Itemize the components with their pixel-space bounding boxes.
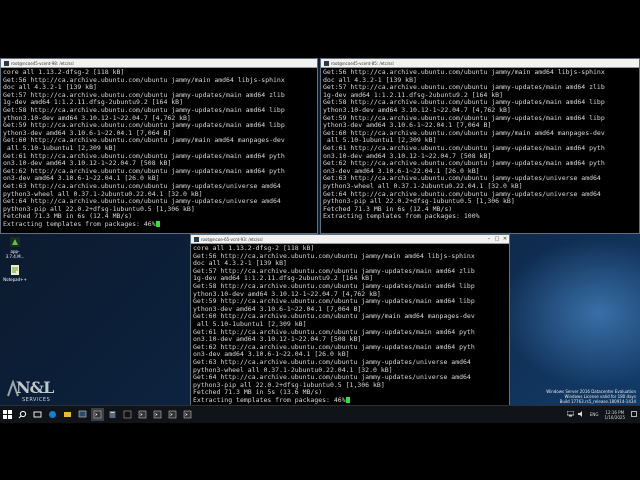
desktop-icon-label: app-3.7.4.M... <box>5 249 25 259</box>
minimize-button[interactable]: – <box>485 236 493 242</box>
logo-text: N&L <box>16 378 54 397</box>
app-icon <box>9 236 21 248</box>
language-indicator[interactable]: ENG <box>590 412 599 417</box>
desktop-icon-app[interactable]: app-3.7.4.M... <box>2 236 28 259</box>
desktop-screen: app-3.7.4.M... Notepad++ N&L SERVICES Wi… <box>0 58 640 423</box>
taskbar-icons <box>0 406 195 423</box>
explorer-icon[interactable] <box>61 408 74 421</box>
start-icon[interactable] <box>1 408 14 421</box>
network-icon[interactable] <box>566 410 575 418</box>
putty-icon <box>4 60 9 66</box>
watermark-line: Build 17763.rs5_release.180914-1434 <box>559 399 636 404</box>
close-button[interactable]: ✕ <box>501 236 509 242</box>
clock-time: 12:16 PM <box>605 409 625 415</box>
maximize-button[interactable]: □ <box>493 236 501 242</box>
terminal-icon[interactable] <box>166 408 179 421</box>
edge-icon[interactable] <box>46 408 59 421</box>
terminal-output[interactable]: Get:56 http://ca.archive.ubuntu.com/ubun… <box>321 68 639 222</box>
terminal-output[interactable]: core all 1.13.2-dfsg-2 [118 kB] Get:56 ht… <box>191 244 509 405</box>
terminal-title: root@ncoe45-vcent-98: /etc/ssl <box>11 60 74 66</box>
terminal-window-bottom[interactable]: root@ncoe-65-vcnt-93: /etc/ssl – □ ✕ cor… <box>190 234 510 406</box>
terminal-line: Extracting templates from packages: 100% <box>323 212 480 221</box>
terminal-icon[interactable] <box>151 408 164 421</box>
terminal-icon[interactable] <box>91 408 104 421</box>
cmd-icon[interactable] <box>121 408 134 421</box>
terminal-window-top-left[interactable]: root@ncoe45-vcent-98: /etc/ssl core all … <box>0 58 318 234</box>
taskbar: ENG 12:16 PM 1/16/2025 <box>0 405 640 423</box>
desktop-icon-notepad[interactable]: Notepad++ <box>2 264 28 282</box>
terminal-title: root@ncoe45-vcent-85: /etc/ssl <box>331 60 394 66</box>
putty-icon <box>194 236 199 242</box>
wallpaper-glow <box>500 238 640 388</box>
notepad-icon <box>9 264 21 276</box>
desktop-icon-label: Notepad++ <box>3 277 27 282</box>
notification-icon[interactable] <box>631 411 637 418</box>
terminal-title: root@ncoe-65-vcnt-93: /etc/ssl <box>201 236 263 242</box>
putty-icon[interactable] <box>76 408 89 421</box>
search-icon[interactable] <box>16 408 29 421</box>
logo-subtext: SERVICES <box>22 397 51 403</box>
terminal-titlebar[interactable]: root@ncoe-65-vcnt-93: /etc/ssl – □ ✕ <box>191 235 509 244</box>
system-tray: ENG 12:16 PM 1/16/2025 <box>565 406 640 423</box>
terminal-output[interactable]: core all 1.13.2-dfsg-2 [118 kB] Get:56 ht… <box>1 68 317 229</box>
terminal-cursor <box>155 220 160 227</box>
volume-icon[interactable] <box>577 411 585 418</box>
putty-icon <box>324 60 329 66</box>
terminal-titlebar[interactable]: root@ncoe45-vcent-98: /etc/ssl <box>1 59 317 68</box>
clock[interactable]: 12:16 PM 1/16/2025 <box>604 410 625 420</box>
terminal-icon[interactable] <box>181 408 194 421</box>
task-view-icon[interactable] <box>31 408 44 421</box>
terminal-icon[interactable] <box>136 408 149 421</box>
terminal-line: Extracting templates from packages: 46% <box>193 396 507 405</box>
terminal-titlebar[interactable]: root@ncoe45-vcent-85: /etc/ssl <box>321 59 639 68</box>
company-logo: N&L SERVICES <box>6 376 66 406</box>
terminal-line: Extracting templates from packages: 46% <box>3 220 315 229</box>
terminal-cursor <box>345 396 350 403</box>
clock-date: 1/16/2025 <box>604 414 625 420</box>
windows-watermark: Windows Server 2016 Datacenter Evaluatio… <box>546 389 636 404</box>
server-manager-icon[interactable] <box>106 408 119 421</box>
terminal-window-top-right[interactable]: root@ncoe45-vcent-85: /etc/ssl Get:56 ht… <box>320 58 640 234</box>
